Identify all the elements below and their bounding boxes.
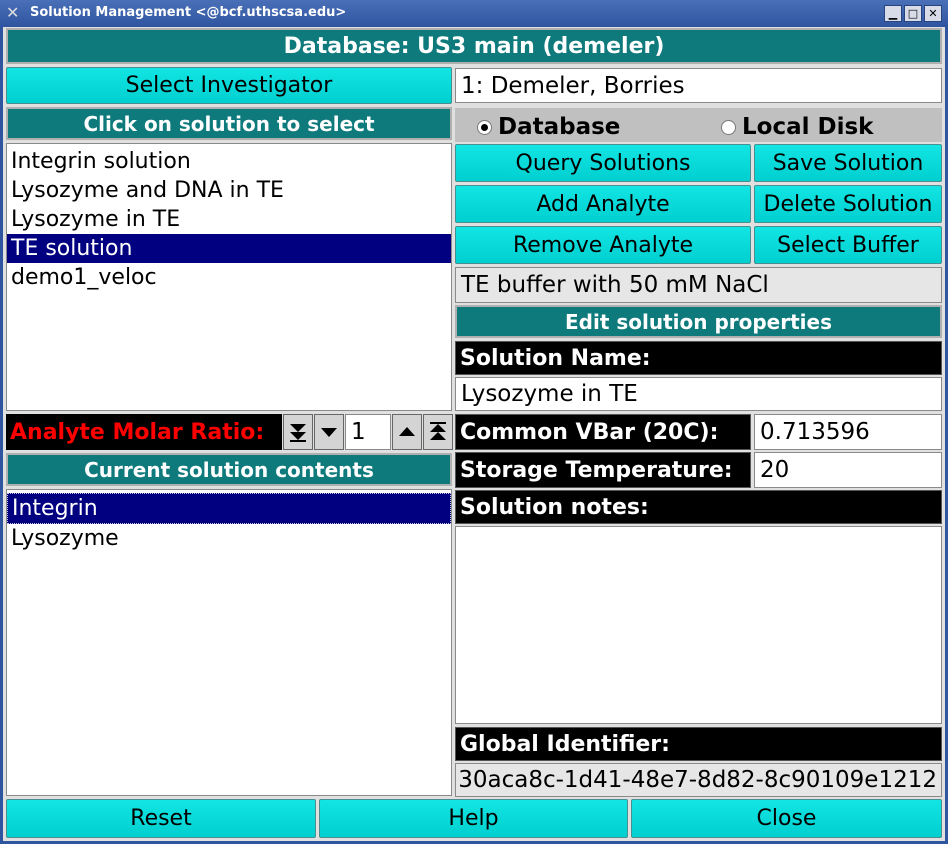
radio-local-disk-label: Local Disk [742,114,874,140]
edit-properties-header: Edit solution properties [455,305,942,338]
molar-ratio-input[interactable]: 1 [345,414,391,450]
radio-local-disk-indicator[interactable] [721,120,736,135]
radio-database[interactable]: Database [477,114,620,140]
help-button[interactable]: Help [319,799,628,838]
solution-item[interactable]: Lysozyme and DNA in TE [7,176,451,205]
query-solutions-button[interactable]: Query Solutions [455,144,751,182]
solutions-list[interactable]: Integrin solution Lysozyme and DNA in TE… [6,143,452,411]
contents-list[interactable]: Integrin Lysozyme [6,489,452,796]
global-identifier-label: Global Identifier: [455,727,942,761]
down-arrow-icon [321,428,337,437]
remove-analyte-button[interactable]: Remove Analyte [455,226,751,264]
select-investigator-button[interactable]: Select Investigator [6,67,452,104]
up-arrow-icon [399,427,415,436]
double-up-arrow-icon [430,422,446,440]
radio-database-label: Database [498,114,621,140]
investigator-field: 1: Demeler, Borries [455,68,942,103]
solution-item[interactable]: Lysozyme in TE [7,205,451,234]
window-title: Solution Management <@bcf.uthscsa.edu> [30,5,347,20]
maximize-button[interactable]: □ [904,5,922,22]
ratio-decrement-button[interactable] [314,414,344,450]
ratio-increment-button[interactable] [392,414,422,450]
solution-notes-textarea[interactable] [455,526,942,724]
analyte-molar-ratio-label: Analyte Molar Ratio: [6,414,282,450]
ratio-big-decrement-button[interactable] [283,414,313,450]
double-down-arrow-icon [290,424,306,442]
current-contents-header: Current solution contents [6,453,452,486]
close-window-button[interactable]: ✕ [924,5,942,22]
radio-local-disk[interactable]: Local Disk [721,114,873,140]
common-vbar-label: Common VBar (20C): [455,414,751,450]
close-button[interactable]: Close [631,799,942,838]
app-icon: ✕ [6,3,20,22]
select-buffer-button[interactable]: Select Buffer [754,226,942,264]
database-title: Database: US3 main (demeler) [6,28,942,64]
save-solution-button[interactable]: Save Solution [754,144,942,182]
minimize-button[interactable]: ▁ [884,5,902,22]
common-vbar-input[interactable]: 0.713596 [754,414,942,450]
solution-item[interactable]: Integrin solution [7,147,451,176]
buffer-field: TE buffer with 50 mM NaCl [455,267,942,303]
solution-name-label: Solution Name: [455,341,942,375]
source-radio-group: Database Local Disk [455,108,942,142]
solutions-list-header: Click on solution to select [6,107,452,140]
window-title-bar[interactable]: ✕ Solution Management <@bcf.uthscsa.edu>… [0,0,948,27]
radio-database-indicator[interactable] [477,120,492,135]
solution-item[interactable]: demo1_veloc [7,263,451,292]
solution-item-selected[interactable]: TE solution [7,234,451,263]
solution-name-input[interactable]: Lysozyme in TE [455,377,942,411]
content-item[interactable]: Lysozyme [7,524,451,553]
add-analyte-button[interactable]: Add Analyte [455,185,751,223]
solution-notes-label: Solution notes: [455,490,942,524]
reset-button[interactable]: Reset [6,799,316,838]
global-identifier-field: 30aca8c-1d41-48e7-8d82-8c90109e1212 [455,763,942,797]
content-item-selected[interactable]: Integrin [7,493,451,524]
storage-temperature-input[interactable]: 20 [754,452,942,488]
delete-solution-button[interactable]: Delete Solution [754,185,942,223]
ratio-big-increment-button[interactable] [423,414,453,450]
storage-temperature-label: Storage Temperature: [455,452,751,488]
